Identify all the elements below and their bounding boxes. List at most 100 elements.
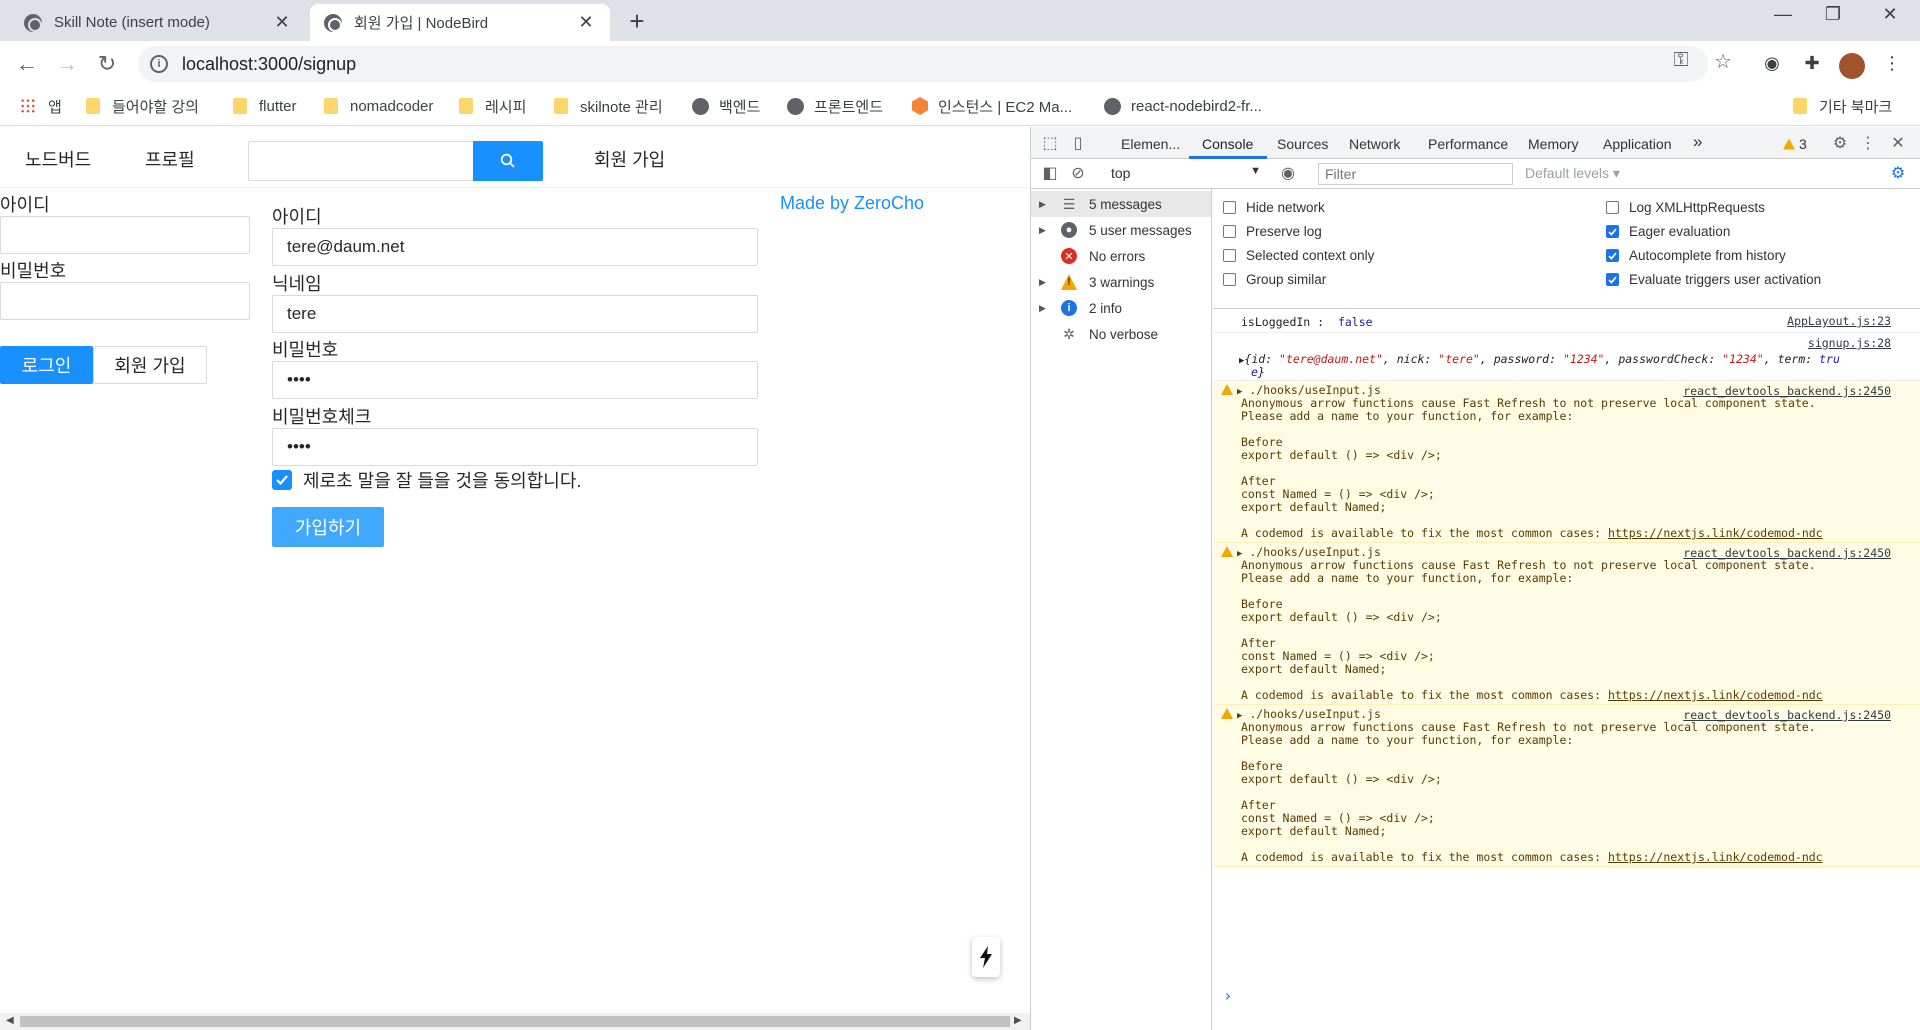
star-icon[interactable]: ☆ xyxy=(1710,49,1736,74)
submit-signup-button[interactable]: 가입하기 xyxy=(272,507,384,547)
checkbox[interactable] xyxy=(1606,201,1619,214)
source-link[interactable]: signup.js:28 xyxy=(1808,335,1891,351)
tab-performance[interactable]: Performance xyxy=(1428,136,1508,152)
bookmark-folder[interactable]: 들어야할 강의 xyxy=(86,94,199,118)
option-selected-context[interactable]: Selected context only xyxy=(1223,248,1374,263)
expand-icon[interactable]: ▶ xyxy=(1039,277,1053,288)
window-close-button[interactable]: ✕ xyxy=(1870,4,1910,25)
login-button[interactable]: 로그인 xyxy=(0,346,93,384)
sidebar-item-messages[interactable]: ▶ ☰ 5 messages xyxy=(1031,191,1211,217)
bookmark-folder[interactable]: flutter xyxy=(233,94,297,118)
sidebar-item-info[interactable]: ▶ i 2 info xyxy=(1031,295,1211,321)
menu-item-profile[interactable]: 프로필 xyxy=(145,146,195,172)
sidebar-item-verbose[interactable]: ✲ No verbose xyxy=(1031,321,1211,347)
source-link[interactable]: AppLayout.js:23 xyxy=(1787,313,1891,329)
login-id-input[interactable] xyxy=(0,216,250,254)
device-toggle-icon[interactable]: ▯ xyxy=(1067,133,1089,153)
url-text[interactable]: localhost:3000/signup xyxy=(182,54,356,75)
avatar[interactable] xyxy=(1839,53,1865,79)
nextjs-static-indicator[interactable] xyxy=(972,937,1000,977)
scrollbar-thumb[interactable] xyxy=(20,1016,1010,1027)
kebab-menu-icon[interactable]: ⋮ xyxy=(1857,133,1879,153)
checkbox[interactable] xyxy=(1223,225,1236,238)
console-prompt[interactable]: › xyxy=(1223,986,1233,1005)
log-levels-dropdown[interactable]: Default levels ▾ xyxy=(1525,165,1620,182)
option-hide-network[interactable]: Hide network xyxy=(1223,200,1325,215)
forward-button[interactable]: → xyxy=(52,49,82,79)
clear-console-icon[interactable]: ⊘ xyxy=(1067,163,1089,183)
sidebar-item-user-messages[interactable]: ▶ ● 5 user messages xyxy=(1031,217,1211,243)
option-preserve-log[interactable]: Preserve log xyxy=(1223,224,1322,239)
tab-elements[interactable]: Elemen... xyxy=(1121,136,1180,152)
checkbox-checked[interactable] xyxy=(1606,273,1619,286)
signup-nick-input[interactable] xyxy=(272,295,758,333)
signup-link-button[interactable]: 회원 가입 xyxy=(93,346,207,384)
eye-icon[interactable]: ◉ xyxy=(1277,163,1299,183)
close-icon[interactable]: ✕ xyxy=(1887,133,1909,153)
console-settings-icon[interactable]: ⚙ xyxy=(1887,163,1909,183)
bookmark-link[interactable]: 프론트엔드 xyxy=(787,94,883,118)
expand-icon[interactable]: ▶ xyxy=(1039,225,1053,236)
info-icon[interactable]: i xyxy=(150,55,168,73)
console-filter-input[interactable] xyxy=(1318,163,1513,185)
agree-checkbox[interactable] xyxy=(272,470,292,490)
back-button[interactable]: ← xyxy=(12,49,42,79)
scroll-left-icon[interactable]: ◀ xyxy=(6,1015,14,1026)
tab-console[interactable]: Console xyxy=(1202,136,1253,152)
puzzle-icon[interactable]: ✚ xyxy=(1799,53,1825,79)
tab-application[interactable]: Application xyxy=(1603,136,1672,152)
option-autocomplete[interactable]: Autocomplete from history xyxy=(1606,248,1786,263)
address-bar[interactable]: i localhost:3000/signup xyxy=(138,46,1708,82)
new-tab-button[interactable]: + xyxy=(622,6,652,37)
checkbox-checked[interactable] xyxy=(1606,249,1619,262)
bookmark-link[interactable]: react-nodebird2-fr... xyxy=(1104,94,1262,118)
bookmark-folder[interactable]: 레시피 xyxy=(459,94,526,118)
bookmark-apps[interactable]: 앱 xyxy=(20,94,62,118)
sidebar-item-errors[interactable]: ✕ No errors xyxy=(1031,243,1211,269)
search-button[interactable] xyxy=(473,141,543,181)
kebab-menu-icon[interactable]: ⋮ xyxy=(1879,53,1905,79)
expand-icon[interactable]: ▶ xyxy=(1039,303,1053,314)
context-select[interactable]: top ▼ xyxy=(1111,165,1261,181)
checkbox[interactable] xyxy=(1223,273,1236,286)
option-group-similar[interactable]: Group similar xyxy=(1223,272,1326,287)
gear-icon[interactable]: ⚙ xyxy=(1829,133,1851,153)
tab-network[interactable]: Network xyxy=(1349,136,1400,152)
reload-button[interactable]: ↻ xyxy=(92,49,122,79)
codemod-link[interactable]: https://nextjs.link/codemod-ndc xyxy=(1608,850,1823,864)
extension-audio-icon[interactable]: ◉ xyxy=(1759,53,1785,79)
bookmark-folder[interactable]: nomadcoder xyxy=(324,94,433,118)
menu-item-home[interactable]: 노드버드 xyxy=(25,146,91,172)
option-eager-eval[interactable]: Eager evaluation xyxy=(1606,224,1730,239)
minimize-button[interactable]: — xyxy=(1763,4,1803,25)
more-tabs-button[interactable]: » xyxy=(1693,132,1702,152)
signup-password-input[interactable] xyxy=(272,361,758,399)
tab-memory[interactable]: Memory xyxy=(1528,136,1579,152)
option-eval-triggers[interactable]: Evaluate triggers user activation xyxy=(1606,272,1821,287)
checkbox-checked[interactable] xyxy=(1606,225,1619,238)
menu-item-signup[interactable]: 회원 가입 xyxy=(594,146,665,172)
close-icon[interactable]: ✕ xyxy=(576,12,596,33)
codemod-link[interactable]: https://nextjs.link/codemod-ndc xyxy=(1608,688,1823,702)
scroll-right-icon[interactable]: ▶ xyxy=(1014,1015,1022,1026)
signup-id-input[interactable] xyxy=(272,228,758,266)
bookmark-link[interactable]: 백엔드 xyxy=(692,94,760,118)
bookmark-other[interactable]: 기타 북마크 xyxy=(1793,94,1892,118)
search-input[interactable] xyxy=(248,141,473,181)
expand-icon[interactable]: ▶ xyxy=(1039,199,1053,210)
option-log-xhr[interactable]: Log XMLHttpRequests xyxy=(1606,200,1765,215)
browser-tab-skill-note[interactable]: Skill Note (insert mode) ✕ xyxy=(10,4,306,41)
codemod-link[interactable]: https://nextjs.link/codemod-ndc xyxy=(1608,526,1823,540)
made-by-link[interactable]: Made by ZeroCho xyxy=(780,193,924,214)
key-icon[interactable]: ⚿ xyxy=(1668,49,1694,72)
browser-tab-signup[interactable]: 회원 가입 | NodeBird ✕ xyxy=(310,4,610,41)
checkbox[interactable] xyxy=(1223,201,1236,214)
warnings-counter[interactable]: 3 xyxy=(1783,136,1807,152)
close-icon[interactable]: ✕ xyxy=(272,12,292,33)
maximize-button[interactable]: ❐ xyxy=(1813,4,1853,25)
signup-password-check-input[interactable] xyxy=(272,428,758,466)
login-password-input[interactable] xyxy=(0,282,250,320)
sidebar-toggle-icon[interactable]: ◧ xyxy=(1039,163,1061,183)
tab-sources[interactable]: Sources xyxy=(1277,136,1328,152)
inspect-icon[interactable]: ⬚ xyxy=(1039,133,1061,153)
